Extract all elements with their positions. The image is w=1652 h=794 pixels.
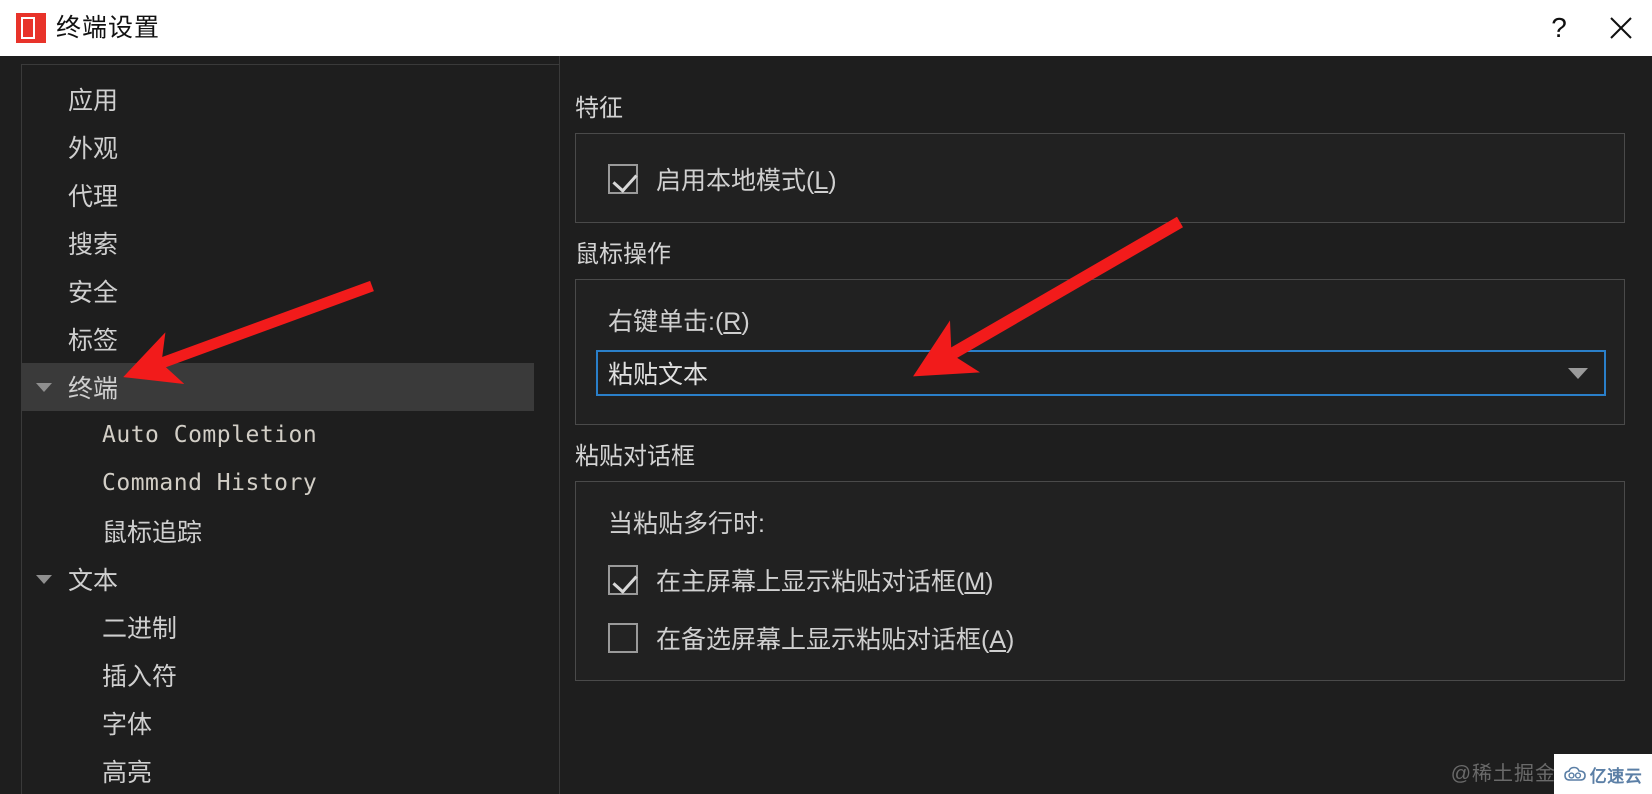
sidebar-item[interactable]: 字体 [22,699,559,747]
settings-main-panel: 特征 启用本地模式(L) 鼠标操作 右键单击:(R) 粘贴文本 粘贴对话框 当粘… [561,56,1652,794]
chevron-down-icon[interactable] [36,382,52,392]
right-click-action-dropdown[interactable]: 粘贴文本 [596,350,1606,396]
sidebar-item[interactable]: 高亮 [22,747,559,794]
sidebar-item-label: 标签 [68,327,119,355]
sidebar-item[interactable]: 外观 [22,123,559,171]
show-paste-dialog-main-label: 在主屏幕上显示粘贴对话框(M) [656,568,994,596]
show-paste-dialog-main-row[interactable]: 在主屏幕上显示粘贴对话框(M) [608,562,993,598]
sidebar-item[interactable]: 安全 [22,267,559,315]
sidebar-item-label: 应用 [68,87,119,115]
sidebar-item[interactable]: Auto Completion [22,411,559,459]
help-button[interactable]: ? [1528,0,1590,56]
enable-local-mode-checkbox[interactable] [608,164,638,194]
show-paste-dialog-main-checkbox[interactable] [608,565,638,595]
show-paste-dialog-alt-label: 在备选屏幕上显示粘贴对话框(A) [656,626,1015,654]
sidebar-item-label: Auto Completion [102,422,318,448]
sidebar-item-label: 终端 [68,375,119,403]
brand-watermark-label: 亿速云 [1589,766,1643,786]
app-logo-icon [16,13,46,43]
author-watermark: @稀土掘金 [1450,763,1556,785]
sidebar-item[interactable]: Command History [22,459,559,507]
paste-dialog-section: 粘贴对话框 当粘贴多行时: 在主屏幕上显示粘贴对话框(M) 在备选屏幕上显示粘贴… [575,436,1625,681]
sidebar-item-label: 外观 [68,135,119,163]
paste-dialog-section-title: 粘贴对话框 [575,443,695,470]
sidebar-item[interactable]: 代理 [22,171,559,219]
close-icon [1610,17,1632,39]
features-groupbox: 启用本地模式(L) [575,133,1625,223]
sidebar-item[interactable]: 标签 [22,315,559,363]
sidebar-item-label: 插入符 [102,663,178,691]
sidebar-item-label: Command History [102,470,318,496]
window-title-bar: 终端设置 ? [0,0,1652,56]
chevron-down-icon[interactable] [36,574,52,584]
features-section-title: 特征 [575,95,623,122]
sidebar-item[interactable]: 搜索 [22,219,559,267]
sidebar-item[interactable]: 应用 [22,75,559,123]
enable-local-mode-label: 启用本地模式(L) [656,167,837,195]
sidebar-item-label: 字体 [102,711,153,739]
sidebar-item-label: 高亮 [102,759,153,787]
chevron-down-icon [1568,367,1588,379]
sidebar-item-label: 安全 [68,279,119,307]
right-click-action-value: 粘贴文本 [608,361,709,389]
settings-sidebar[interactable]: 应用外观代理搜索安全标签终端 Auto Completion Command His… [0,56,560,794]
mouse-groupbox: 右键单击:(R) 粘贴文本 [575,279,1625,425]
sidebar-tree: 应用外观代理搜索安全标签终端 Auto Completion Command His… [21,64,559,794]
sidebar-item-label: 二进制 [102,615,178,643]
sidebar-item-label: 鼠标追踪 [102,519,203,547]
mouse-section: 鼠标操作 右键单击:(R) 粘贴文本 [575,234,1625,425]
sidebar-item-label: 代理 [68,183,119,211]
features-section: 特征 启用本地模式(L) [575,88,1625,223]
sidebar-item[interactable]: 鼠标追踪 [22,507,559,555]
question-mark-icon: ? [1551,12,1567,43]
cloud-icon [1563,766,1586,781]
multiline-paste-label: 当粘贴多行时: [608,510,765,538]
window-controls: ? [1528,0,1652,56]
sidebar-item-label: 文本 [68,567,119,595]
sidebar-item[interactable]: 终端 [22,363,534,411]
right-click-label: 右键单击:(R) [608,308,750,336]
sidebar-item-label: 搜索 [68,231,119,259]
mouse-section-title: 鼠标操作 [575,241,671,268]
sidebar-item[interactable]: 插入符 [22,651,559,699]
window-title: 终端设置 [56,14,161,42]
brand-watermark: 亿速云 [1554,754,1652,794]
enable-local-mode-row[interactable]: 启用本地模式(L) [608,161,837,197]
show-paste-dialog-alt-checkbox[interactable] [608,623,638,653]
sidebar-item[interactable]: 文本 [22,555,559,603]
close-button[interactable] [1590,0,1652,56]
dialog-body: 应用外观代理搜索安全标签终端 Auto Completion Command His… [0,56,1652,794]
sidebar-item[interactable]: 二进制 [22,603,559,651]
paste-dialog-groupbox: 当粘贴多行时: 在主屏幕上显示粘贴对话框(M) 在备选屏幕上显示粘贴对话框(A) [575,481,1625,681]
show-paste-dialog-alt-row[interactable]: 在备选屏幕上显示粘贴对话框(A) [608,620,1014,656]
